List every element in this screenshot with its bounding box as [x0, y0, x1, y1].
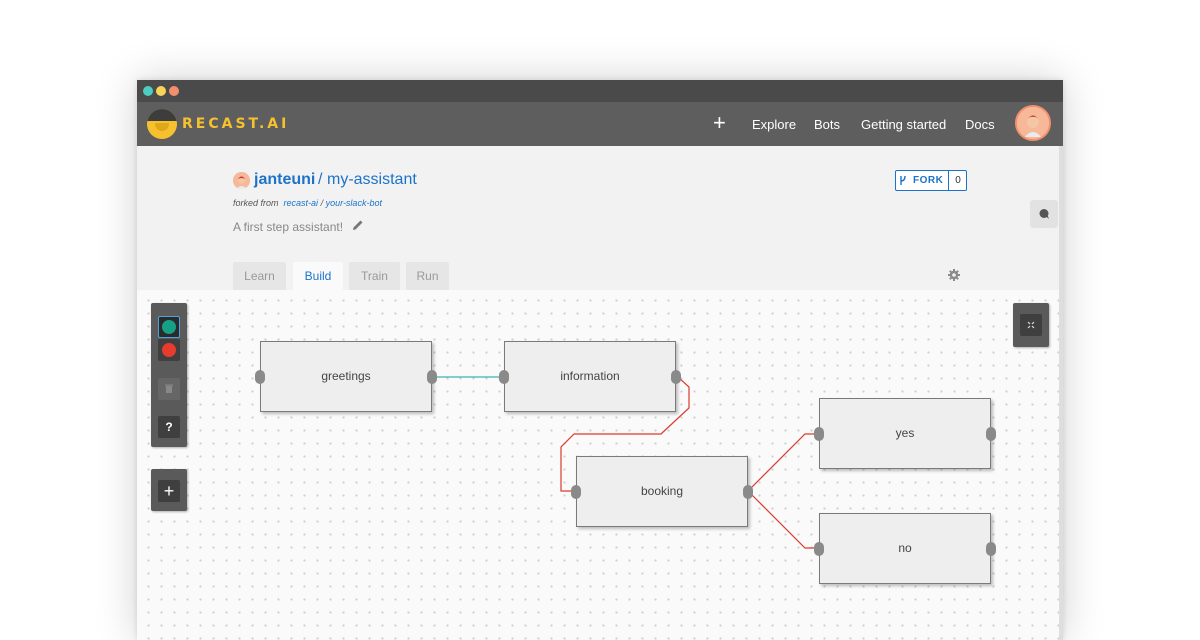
- tab-build[interactable]: Build: [293, 262, 343, 290]
- input-port[interactable]: [571, 485, 581, 499]
- forked-from-line: forked from recast-ai / your-slack-bot: [233, 198, 382, 208]
- app-window: RECAST.AI + Explore Bots Getting started…: [137, 80, 1063, 640]
- help-button[interactable]: ?: [158, 416, 180, 438]
- owner-avatar[interactable]: [233, 172, 250, 189]
- user-face-icon: [1017, 107, 1049, 139]
- node-label: yes: [895, 426, 915, 440]
- fork-icon: [900, 175, 906, 185]
- fork-label: FORK: [913, 175, 944, 186]
- vertical-scrollbar[interactable]: [1059, 146, 1063, 640]
- forked-prefix: forked from: [233, 198, 279, 208]
- add-toolbar: +: [151, 469, 187, 511]
- create-bot-button[interactable]: +: [713, 111, 726, 135]
- trash-icon: [165, 384, 173, 393]
- input-port[interactable]: [814, 427, 824, 441]
- tab-train[interactable]: Train: [349, 262, 400, 290]
- fork-count: 0: [948, 171, 967, 190]
- node-toolbar: ?: [151, 303, 187, 447]
- input-port[interactable]: [499, 370, 509, 384]
- node-label: information: [560, 369, 620, 383]
- red-node-tool[interactable]: [158, 339, 180, 361]
- green-node-tool[interactable]: [158, 316, 180, 338]
- input-port[interactable]: [255, 370, 265, 384]
- repo-name-link[interactable]: my-assistant: [327, 171, 417, 189]
- chat-button[interactable]: [1030, 200, 1058, 228]
- settings-gear-icon[interactable]: [947, 268, 961, 282]
- recast-logo-icon[interactable]: [147, 109, 177, 139]
- nav-bots[interactable]: Bots: [814, 117, 840, 132]
- node-label: booking: [640, 484, 684, 498]
- window-titlebar: [137, 80, 1063, 102]
- output-port[interactable]: [986, 542, 996, 556]
- output-port[interactable]: [671, 370, 681, 384]
- add-node-button[interactable]: +: [158, 480, 180, 502]
- forked-repo-link[interactable]: your-slack-bot: [326, 198, 382, 208]
- forked-owner-link[interactable]: recast-ai: [284, 198, 319, 208]
- maximize-window-button[interactable]: [169, 86, 179, 96]
- nav-getting-started[interactable]: Getting started: [861, 117, 946, 132]
- repo-separator: /: [318, 171, 323, 188]
- bot-description: A first step assistant!: [233, 220, 344, 234]
- flow-node-yes[interactable]: yes: [814, 398, 996, 469]
- fit-view-button[interactable]: [1020, 314, 1042, 336]
- delete-tool[interactable]: [158, 378, 180, 400]
- red-circle-icon: [162, 343, 176, 357]
- flow-node-information[interactable]: information: [499, 341, 681, 412]
- input-port[interactable]: [814, 542, 824, 556]
- fit-toolbar: [1013, 303, 1049, 347]
- logo-text[interactable]: RECAST.AI: [182, 116, 289, 132]
- close-window-button[interactable]: [143, 86, 153, 96]
- minimize-window-button[interactable]: [156, 86, 166, 96]
- edit-pencil-icon[interactable]: [351, 218, 365, 232]
- output-port[interactable]: [743, 485, 753, 499]
- flow-node-no[interactable]: no: [814, 513, 996, 584]
- nav-explore[interactable]: Explore: [752, 117, 796, 132]
- forked-separator: /: [320, 198, 324, 208]
- output-port[interactable]: [427, 370, 437, 384]
- app-header: RECAST.AI + Explore Bots Getting started…: [137, 102, 1063, 146]
- node-label: no: [898, 541, 912, 555]
- user-avatar[interactable]: [1015, 105, 1051, 141]
- tab-run[interactable]: Run: [406, 262, 449, 290]
- node-label: greetings: [321, 369, 371, 383]
- output-port[interactable]: [986, 427, 996, 441]
- fork-button[interactable]: FORK 0: [895, 170, 967, 191]
- flow-node-greetings[interactable]: greetings: [255, 341, 437, 412]
- tab-learn[interactable]: Learn: [233, 262, 286, 290]
- green-circle-icon: [162, 320, 176, 334]
- nav-docs[interactable]: Docs: [965, 117, 995, 132]
- fit-screen-icon: [1027, 321, 1035, 329]
- chat-bubble-icon: [1039, 209, 1049, 219]
- owner-face-icon: [233, 172, 250, 189]
- flow-node-booking[interactable]: booking: [571, 456, 753, 527]
- repo-owner-link[interactable]: janteuni: [254, 171, 315, 189]
